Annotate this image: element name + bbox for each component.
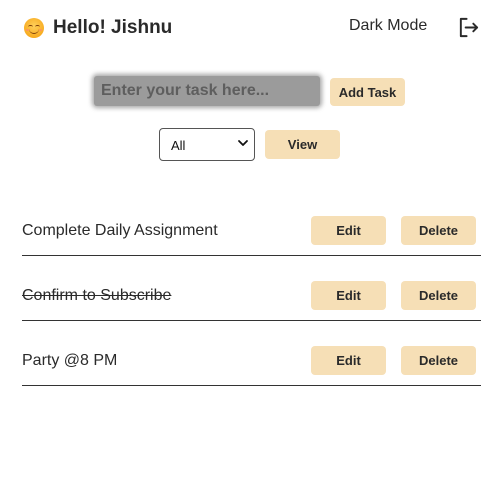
smiling-face-icon [24,18,44,38]
task-text: Complete Daily Assignment [22,222,218,239]
chevron-down-icon [238,140,248,146]
delete-button[interactable]: Delete [401,346,476,375]
task-row: Confirm to Subscribe Edit Delete [22,270,481,321]
edit-button[interactable]: Edit [311,281,386,310]
task-row: Party @8 PM Edit Delete [22,335,481,386]
edit-button[interactable]: Edit [311,216,386,245]
filter-select[interactable]: All [159,128,255,161]
filter-selected-value: All [171,138,186,153]
add-task-button[interactable]: Add Task [330,78,405,106]
delete-button[interactable]: Delete [401,281,476,310]
view-button[interactable]: View [265,130,340,159]
greeting-title: Hello! Jishnu [53,17,173,38]
edit-button[interactable]: Edit [311,346,386,375]
logout-icon[interactable] [457,16,480,39]
task-input[interactable] [94,76,320,106]
delete-button[interactable]: Delete [401,216,476,245]
task-row: Complete Daily Assignment Edit Delete [22,205,481,256]
task-text: Party @8 PM [22,352,118,369]
dark-mode-toggle[interactable]: Dark Mode [349,17,427,35]
task-text-completed: Confirm to Subscribe [22,287,172,304]
header: Hello! Jishnu Dark Mode [0,0,503,56]
